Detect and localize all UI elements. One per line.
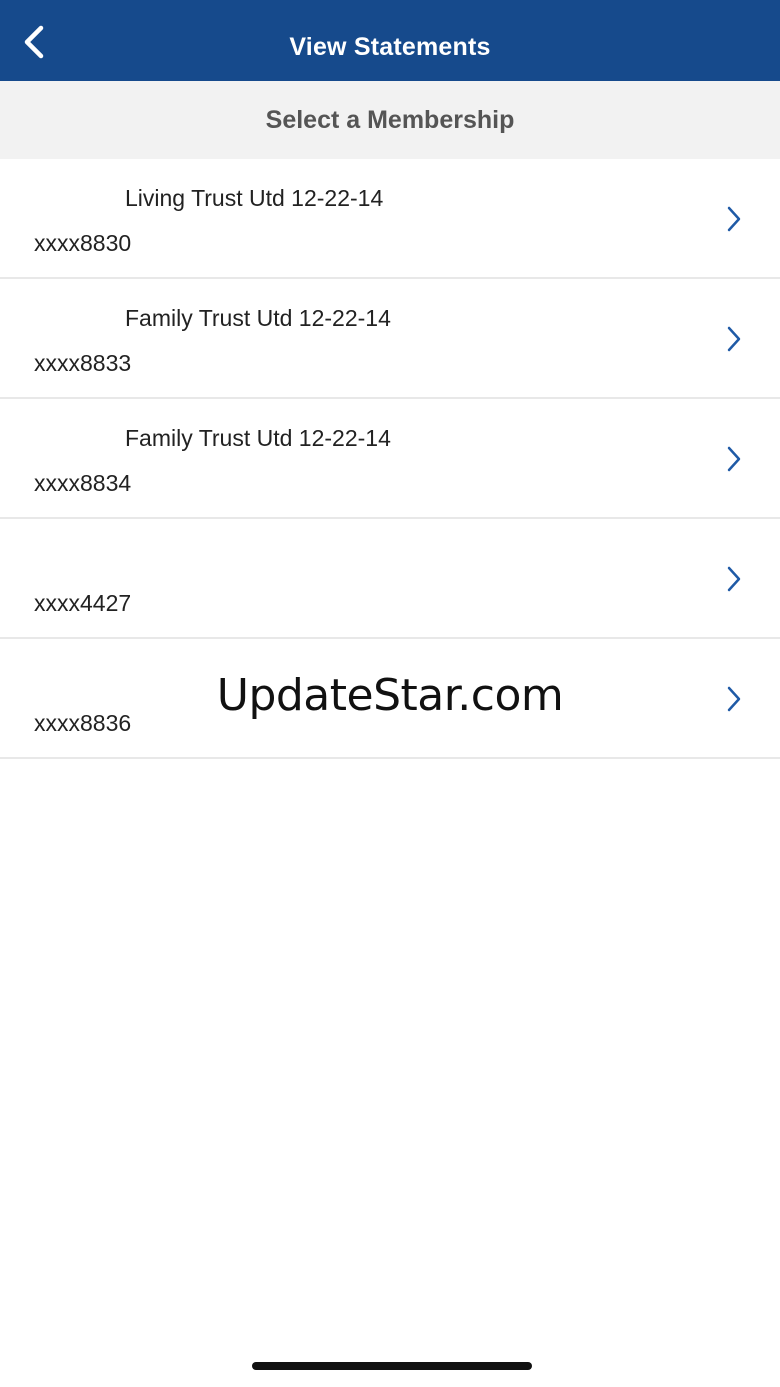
account-number: xxxx8834 xyxy=(34,470,132,496)
chevron-right-icon xyxy=(727,446,741,472)
chevron-right-icon xyxy=(727,326,741,352)
back-button[interactable] xyxy=(10,18,58,66)
chevron-right-icon xyxy=(727,566,741,592)
chevron-left-icon xyxy=(24,25,44,59)
membership-name: Living Trust Utd 12-22-14 xyxy=(125,185,384,211)
account-number: xxxx8836 xyxy=(34,710,132,736)
chevron-right-icon xyxy=(727,686,741,712)
account-number: xxxx4427 xyxy=(34,590,132,616)
membership-row[interactable]: Family Trust Utd 12-22-14 xxxx8834 xyxy=(0,399,780,519)
membership-row[interactable]: xxxx8836 xyxy=(0,639,780,759)
membership-row[interactable]: Family Trust Utd 12-22-14 xxxx8833 xyxy=(0,279,780,399)
membership-row[interactable]: xxxx4427 xyxy=(0,519,780,639)
membership-name: Family Trust Utd 12-22-14 xyxy=(125,425,391,451)
chevron-right-icon xyxy=(727,206,741,232)
nav-bar: View Statements xyxy=(0,0,780,81)
membership-row[interactable]: Living Trust Utd 12-22-14 xxxx8830 xyxy=(0,159,780,279)
screen: View Statements Select a Membership Livi… xyxy=(0,0,780,1387)
membership-list: Living Trust Utd 12-22-14 xxxx8830 Famil… xyxy=(0,159,780,759)
account-number: xxxx8830 xyxy=(34,230,132,256)
membership-name: Family Trust Utd 12-22-14 xyxy=(125,305,391,331)
account-number: xxxx8833 xyxy=(34,350,132,376)
home-indicator[interactable] xyxy=(252,1362,532,1370)
section-header: Select a Membership xyxy=(0,81,780,160)
